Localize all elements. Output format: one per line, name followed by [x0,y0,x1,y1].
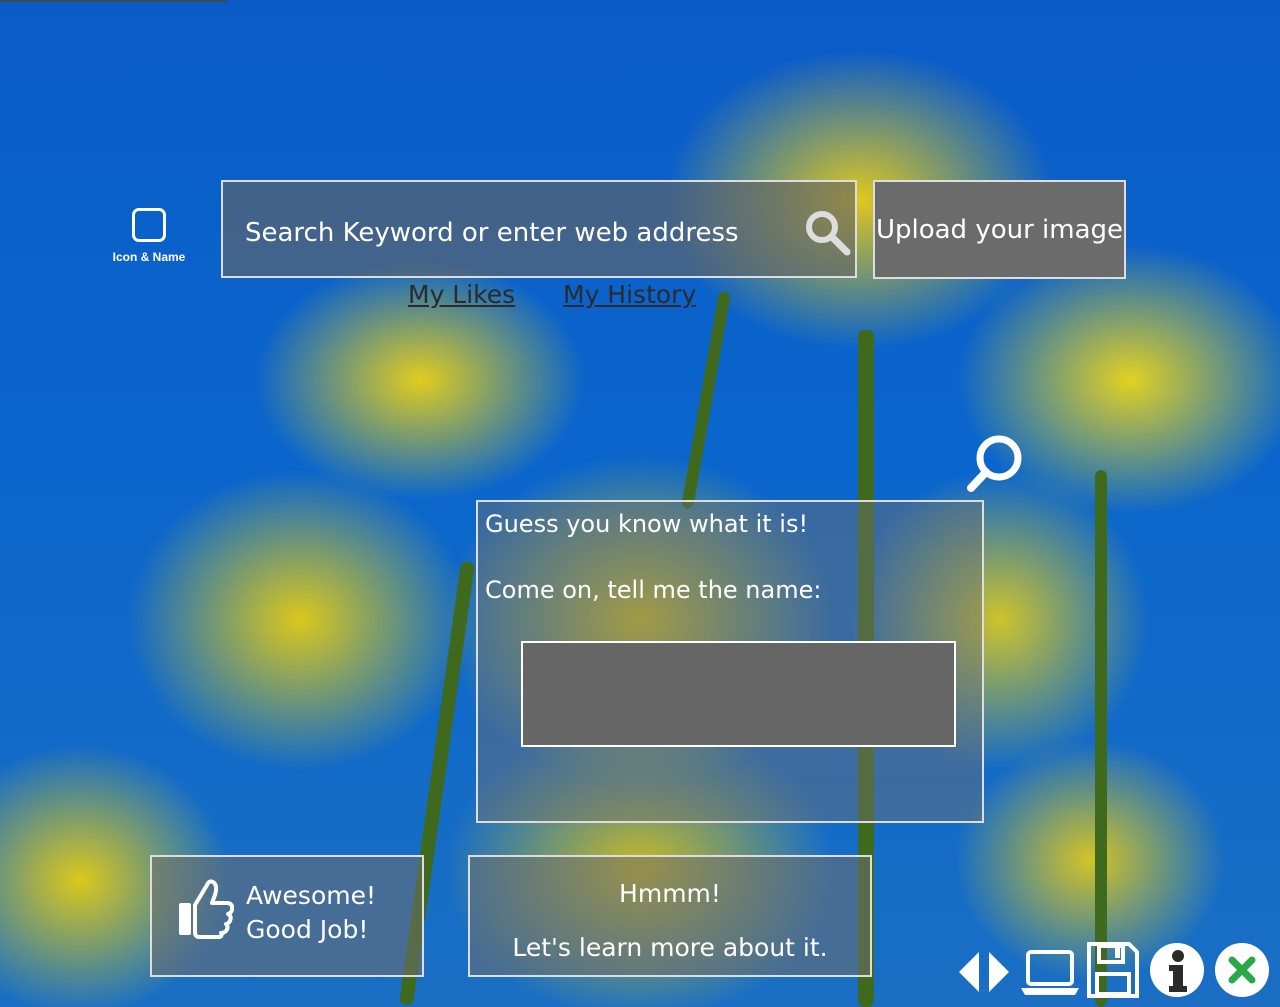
my-history-link[interactable]: My History [563,280,696,309]
flower-stem [1095,470,1107,1007]
my-likes-link[interactable]: My Likes [408,280,515,309]
search-icon[interactable] [965,430,1029,494]
laptop-icon[interactable] [1018,940,1082,1000]
info-icon[interactable] [1147,940,1207,1000]
awesome-title: Awesome! [246,881,376,910]
awesome-subtitle: Good Job! [246,915,369,944]
close-icon[interactable] [1212,940,1272,1000]
answer-input[interactable] [521,641,956,747]
quiz-instruction: Come on, tell me the name: [485,576,822,604]
learn-more-button[interactable]: Hmmm! Let's learn more about it. [468,855,872,977]
flower-stem [680,290,732,510]
upload-image-label: Upload your image [875,214,1124,245]
save-icon[interactable] [1085,940,1141,1000]
app-name-label: Icon & Name [112,250,186,264]
upload-image-button[interactable]: Upload your image [873,180,1126,279]
awesome-button[interactable]: Awesome! Good Job! [150,855,424,977]
app-icon [132,208,166,242]
search-placeholder: Search Keyword or enter web address [245,218,739,248]
learn-more-title: Hmmm! [619,879,721,908]
thumbs-up-icon [179,879,234,939]
learn-more-subtitle: Let's learn more about it. [512,933,828,962]
prev-next-arrows-icon[interactable] [955,940,1013,1000]
quiz-panel: Guess you know what it is! Come on, tell… [476,500,984,823]
quiz-prompt: Guess you know what it is! [485,510,809,538]
app-logo[interactable]: Icon & Name [108,208,190,264]
top-divider [0,0,228,2]
search-input[interactable]: Search Keyword or enter web address [221,180,857,278]
search-icon[interactable] [803,208,851,256]
